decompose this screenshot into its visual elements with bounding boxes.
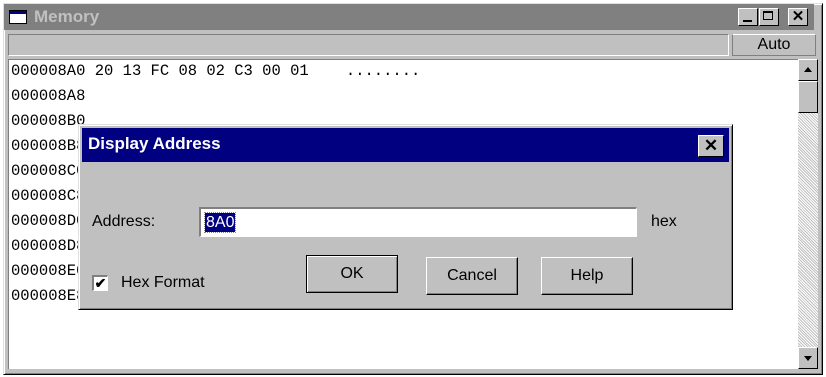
- display-address-dialog: Display Address ✕ Address: 8A0 hex ✔ Hex…: [78, 124, 733, 310]
- cancel-button[interactable]: Cancel: [426, 257, 518, 295]
- minimize-icon: [739, 9, 757, 25]
- memory-row: 000008D8: [11, 237, 85, 255]
- row-address: 000008C8: [11, 187, 86, 205]
- hex-format-checkbox[interactable]: ✔: [92, 275, 108, 291]
- memory-row: 000008C8: [11, 187, 85, 205]
- address-field[interactable]: [8, 34, 729, 56]
- memory-row: 000008B0: [11, 112, 85, 130]
- row-address: 000008B0: [11, 112, 86, 130]
- address-label: Address:: [92, 213, 156, 230]
- dialog-title: Display Address: [88, 134, 221, 153]
- address-input[interactable]: 8A0: [199, 207, 637, 237]
- row-address: 000008E8: [11, 287, 86, 305]
- window-title: Memory: [34, 7, 100, 26]
- hex-suffix-label: hex: [651, 213, 677, 230]
- hex-format-label[interactable]: Hex Format: [121, 274, 205, 292]
- memory-row: 000008C0: [11, 162, 85, 180]
- window-icon: [9, 10, 27, 24]
- arrow-up-icon: [804, 67, 812, 72]
- scroll-down-button[interactable]: [798, 347, 818, 369]
- memory-row: 000008B8: [11, 137, 85, 155]
- scroll-up-button[interactable]: [798, 59, 818, 81]
- row-ascii: ........: [345, 62, 421, 80]
- auto-button[interactable]: Auto: [732, 34, 816, 56]
- dialog-close-button[interactable]: ✕: [698, 135, 724, 157]
- dialog-title-bar[interactable]: Display Address ✕: [82, 128, 729, 162]
- row-address: 000008C0: [11, 162, 86, 180]
- row-address: 000008A8: [11, 87, 86, 105]
- title-bar[interactable]: Memory ✕: [4, 4, 814, 30]
- row-address: 000008B8: [11, 137, 86, 155]
- close-icon: ✕: [791, 8, 805, 25]
- help-button[interactable]: Help: [541, 257, 633, 295]
- row-address: 000008A0: [11, 62, 86, 80]
- memory-row: 000008D0: [11, 212, 85, 230]
- row-address: 000008E0: [11, 262, 86, 280]
- close-icon: ✕: [703, 136, 719, 155]
- check-icon: ✔: [94, 275, 107, 291]
- maximize-button[interactable]: [759, 8, 779, 26]
- ok-button[interactable]: OK: [306, 255, 398, 293]
- row-address: 000008D8: [11, 237, 86, 255]
- close-button[interactable]: ✕: [788, 8, 808, 26]
- arrow-down-icon: [804, 356, 812, 361]
- vertical-scrollbar[interactable]: [798, 59, 818, 369]
- memory-row: 000008A0 20 13 FC 08 02 C3 00 01 .......…: [11, 62, 420, 80]
- row-address: 000008D0: [11, 212, 86, 230]
- minimize-button[interactable]: [738, 8, 758, 26]
- scroll-thumb[interactable]: [798, 81, 818, 113]
- address-input-value: 8A0: [203, 212, 237, 233]
- maximize-icon: [760, 9, 778, 25]
- memory-row: 000008A8: [11, 87, 85, 105]
- row-bytes: 20 13 FC 08 02 C3 00 01: [94, 62, 309, 80]
